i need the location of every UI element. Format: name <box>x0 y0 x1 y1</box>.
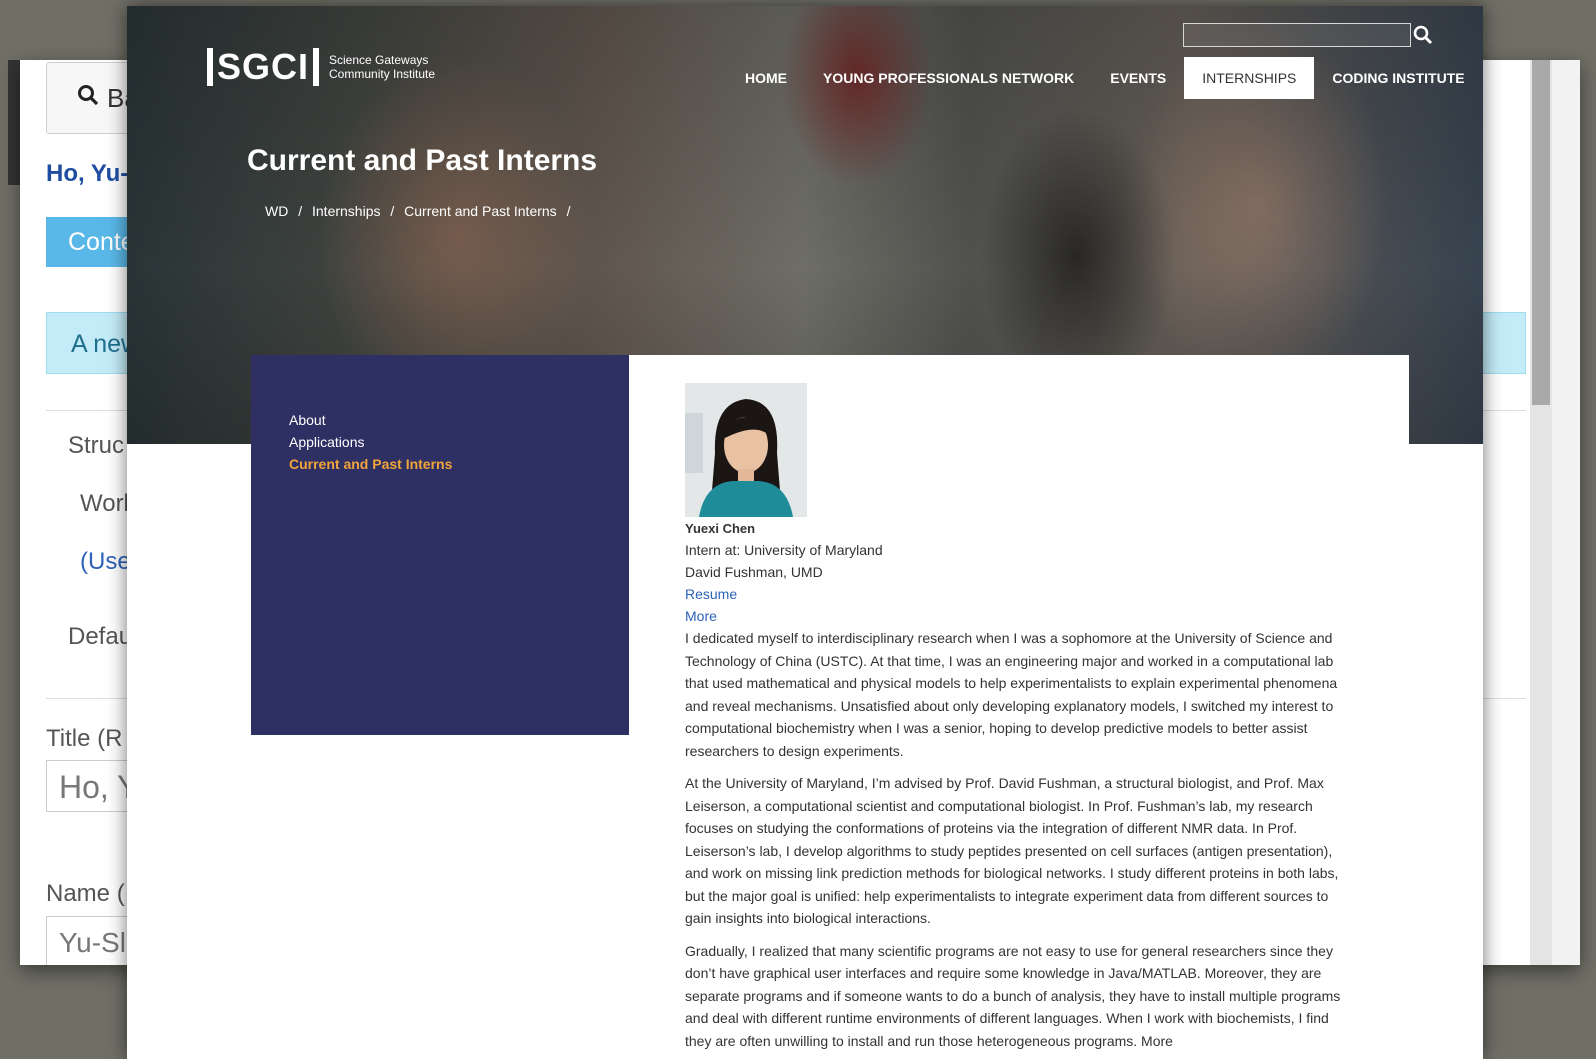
breadcrumb-separator: / <box>390 203 395 219</box>
title-field-label: Title (R <box>46 725 123 752</box>
logo-subtitle: Science Gateways Community Institute <box>329 53 435 81</box>
more-link[interactable]: More <box>685 605 1350 627</box>
intern-mentor: David Fushman, UMD <box>685 564 823 580</box>
sidebar: About Applications Current and Past Inte… <box>251 355 629 735</box>
breadcrumb-internships[interactable]: Internships <box>312 203 380 219</box>
profile-info: Yuexi Chen Intern at: University of Mary… <box>685 519 1350 1059</box>
field-user-link[interactable]: (Use <box>80 548 131 576</box>
nav-events[interactable]: EVENTS <box>1092 57 1184 99</box>
sidebar-menu: About Applications Current and Past Inte… <box>289 409 452 475</box>
nav-internships[interactable]: INTERNSHIPS <box>1184 57 1315 99</box>
field-work-label: Worl <box>80 490 129 517</box>
logo-subtitle-line-2: Community Institute <box>329 67 436 81</box>
background-heading: Ho, Yu- <box>46 160 129 187</box>
window-edge <box>1552 60 1580 965</box>
search-icon <box>77 84 99 113</box>
logo-bar-right <box>313 48 320 86</box>
breadcrumb-current[interactable]: Current and Past Interns <box>404 203 557 219</box>
field-default-label: Defau <box>68 623 133 650</box>
bio-paragraph-3: Gradually, I realized that many scientif… <box>685 942 1341 1049</box>
breadcrumb-separator: / <box>566 203 571 219</box>
nav-young-professionals-network[interactable]: YOUNG PROFESSIONALS NETWORK <box>805 57 1092 99</box>
browser-window: SGCI Science Gateways Community Institut… <box>127 6 1483 1059</box>
logo-subtitle-line-1: Science Gateways <box>329 53 429 67</box>
sidebar-item-current-and-past-interns[interactable]: Current and Past Interns <box>289 453 452 475</box>
logo-bar-left <box>207 48 213 86</box>
breadcrumb-wd[interactable]: WD <box>265 203 288 219</box>
search-icon[interactable] <box>1412 24 1434 46</box>
profile-photo <box>685 383 807 517</box>
sidebar-item-about[interactable]: About <box>289 409 452 431</box>
intern-affiliation: Intern at: University of Maryland <box>685 542 883 558</box>
bio-paragraph-1: I dedicated myself to interdisciplinary … <box>685 630 1338 759</box>
field-structure-label: Struc <box>68 432 125 459</box>
sgci-logo[interactable]: SGCI Science Gateways Community Institut… <box>207 46 435 88</box>
nav-home[interactable]: HOME <box>727 57 805 99</box>
name-field-label: Name ( <box>46 880 125 907</box>
main-nav: HOME YOUNG PROFESSIONALS NETWORK EVENTS … <box>727 57 1483 99</box>
intern-name: Yuexi Chen <box>685 521 756 536</box>
profile-content: Yuexi Chen Intern at: University of Mary… <box>629 355 1409 1059</box>
background-window-edge <box>8 60 20 185</box>
nav-coding-institute[interactable]: CODING INSTITUTE <box>1314 57 1482 99</box>
resume-link[interactable]: Resume <box>685 583 1350 605</box>
bio-paragraph-2: At the University of Maryland, I’m advis… <box>685 775 1339 926</box>
sidebar-item-applications[interactable]: Applications <box>289 431 452 453</box>
page-title: Current and Past Interns <box>247 144 598 177</box>
breadcrumb-separator: / <box>298 203 303 219</box>
logo-wordmark: SGCI <box>217 46 310 87</box>
breadcrumb: WD / Internships / Current and Past Inte… <box>265 203 576 219</box>
search-input[interactable] <box>1183 23 1411 47</box>
scrollbar-thumb[interactable] <box>1532 60 1550 405</box>
